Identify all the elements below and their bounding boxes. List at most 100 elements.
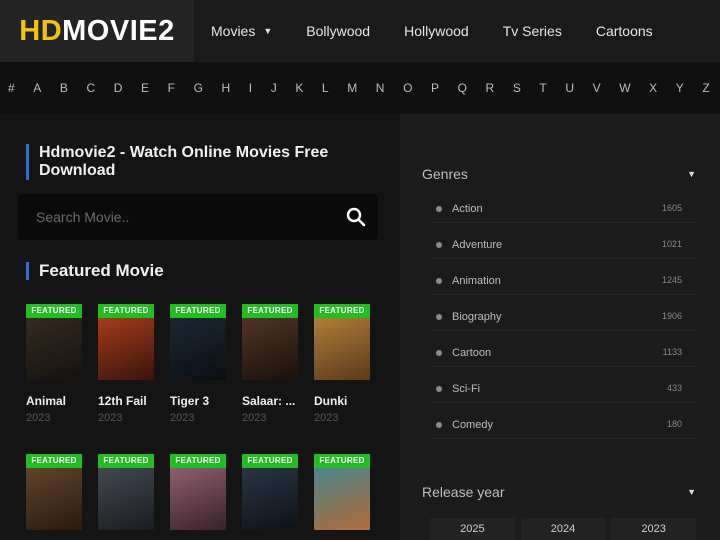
- alpha-letter-v[interactable]: V: [593, 81, 601, 95]
- movie-year: 2023: [170, 412, 195, 424]
- alpha-letter-b[interactable]: B: [60, 81, 68, 95]
- genres-header[interactable]: Genres ▼: [422, 166, 696, 182]
- genre-name: Comedy: [452, 418, 493, 431]
- bullet-icon: [436, 421, 442, 428]
- logo-hd: HD: [19, 14, 63, 47]
- nav-hollywood-label: Hollywood: [404, 23, 469, 39]
- alpha-letter-i[interactable]: I: [249, 81, 252, 95]
- movie-title[interactable]: 12th Fail: [98, 394, 154, 408]
- alpha-letter-c[interactable]: C: [87, 81, 96, 95]
- alpha-letter-z[interactable]: Z: [702, 81, 709, 95]
- featured-badge: FEATURED: [170, 454, 226, 468]
- alpha-letter-f[interactable]: F: [168, 81, 175, 95]
- alpha-letter-o[interactable]: O: [403, 81, 412, 95]
- search-icon[interactable]: [346, 207, 366, 227]
- alpha-letter-d[interactable]: D: [114, 81, 123, 95]
- alpha-letter-x[interactable]: X: [649, 81, 657, 95]
- movie-poster[interactable]: FEATURED: [170, 454, 226, 530]
- movie-poster[interactable]: FEATURED: [314, 304, 370, 380]
- nav-tv-series[interactable]: Tv Series: [486, 23, 579, 39]
- genre-item-biography[interactable]: Biography 1906: [430, 301, 696, 331]
- genre-item-action[interactable]: Action 1605: [430, 193, 696, 223]
- movie-title[interactable]: Dunki: [314, 394, 370, 408]
- alpha-letter-k[interactable]: K: [295, 81, 303, 95]
- movie-card[interactable]: FEATURED 12th Fail 2023: [98, 304, 154, 424]
- chevron-down-icon: ▼: [687, 169, 696, 179]
- site-logo[interactable]: HDMOVIE2: [0, 0, 194, 62]
- movie-poster[interactable]: FEATURED: [170, 304, 226, 380]
- movie-card[interactable]: FEATURED Animal 2023: [26, 304, 82, 424]
- sidebar: Genres ▼ Action 1605 Adventure 1021 Animatio…: [400, 114, 720, 540]
- alpha-letter-s[interactable]: S: [513, 81, 521, 95]
- nav-movies[interactable]: Movies ▼: [194, 23, 289, 39]
- movie-title[interactable]: Animal: [26, 394, 82, 408]
- top-navbar: HDMOVIE2 Movies ▼ Bollywood Hollywood Tv …: [0, 0, 720, 62]
- movie-poster[interactable]: FEATURED: [98, 454, 154, 530]
- alpha-letter-l[interactable]: L: [322, 81, 329, 95]
- movie-card[interactable]: FEATURED: [242, 454, 298, 530]
- chevron-down-icon: ▼: [687, 487, 696, 497]
- search-input[interactable]: [36, 209, 316, 225]
- movie-card[interactable]: FEATURED Salaar: ... 2023: [242, 304, 298, 424]
- movie-year: 2023: [314, 412, 339, 424]
- genre-item-animation[interactable]: Animation 1245: [430, 265, 696, 295]
- logo-movie2: MOVIE2: [62, 14, 175, 47]
- main-content: Hdmovie2 - Watch Online Movies Free Down…: [0, 114, 400, 540]
- nav-movies-label: Movies: [211, 23, 256, 39]
- movie-poster[interactable]: FEATURED: [242, 454, 298, 530]
- genre-item-scifi[interactable]: Sci-Fi 433: [430, 373, 696, 403]
- alpha-letter-hash[interactable]: #: [8, 81, 15, 95]
- movie-card[interactable]: FEATURED: [26, 454, 82, 530]
- genre-name: Cartoon: [452, 346, 492, 359]
- alpha-letter-r[interactable]: R: [486, 81, 495, 95]
- movie-poster[interactable]: FEATURED: [26, 304, 82, 380]
- year-button-2023[interactable]: 2023: [611, 518, 697, 540]
- movie-card[interactable]: FEATURED Dunki 2023: [314, 304, 370, 424]
- movie-title[interactable]: Tiger 3: [170, 394, 226, 408]
- bullet-icon: [436, 349, 442, 356]
- nav-cartoons[interactable]: Cartoons: [579, 23, 670, 39]
- alpha-letter-q[interactable]: Q: [458, 81, 467, 95]
- movie-title[interactable]: Salaar: ...: [242, 394, 298, 408]
- nav-bollywood-label: Bollywood: [306, 23, 371, 39]
- alpha-letter-g[interactable]: G: [194, 81, 203, 95]
- year-button-2024[interactable]: 2024: [520, 518, 606, 540]
- nav-cartoons-label: Cartoons: [595, 23, 653, 39]
- nav-hollywood[interactable]: Hollywood: [387, 23, 486, 39]
- alpha-letter-a[interactable]: A: [33, 81, 41, 95]
- alpha-letter-p[interactable]: P: [431, 81, 439, 95]
- alpha-letter-n[interactable]: N: [376, 81, 385, 95]
- movie-card[interactable]: FEATURED Tiger 3 2023: [170, 304, 226, 424]
- bullet-icon: [436, 241, 442, 248]
- year-button-2025[interactable]: 2025: [430, 518, 515, 540]
- genre-count: 1245: [661, 274, 682, 285]
- alpha-letter-y[interactable]: Y: [676, 81, 684, 95]
- movie-poster[interactable]: FEATURED: [98, 304, 154, 380]
- alpha-letter-w[interactable]: W: [619, 81, 630, 95]
- genre-item-adventure[interactable]: Adventure 1021: [430, 229, 696, 259]
- genre-item-cartoon[interactable]: Cartoon 1133: [430, 337, 696, 367]
- alpha-letter-m[interactable]: M: [347, 81, 357, 95]
- featured-badge: FEATURED: [170, 304, 226, 318]
- movie-poster[interactable]: FEATURED: [242, 304, 298, 380]
- movie-poster[interactable]: FEATURED: [26, 454, 82, 530]
- alpha-letter-h[interactable]: H: [222, 81, 231, 95]
- alpha-letter-j[interactable]: J: [271, 81, 277, 95]
- featured-badge: FEATURED: [98, 454, 154, 468]
- genre-count: 1906: [661, 310, 682, 321]
- alphabet-filter-bar: # A B C D E F G H I J K L M N O P Q R S T U V W X Y Z: [0, 62, 720, 114]
- alpha-letter-e[interactable]: E: [141, 81, 149, 95]
- alpha-letter-u[interactable]: U: [565, 81, 574, 95]
- genre-item-comedy[interactable]: Comedy 180: [430, 409, 696, 439]
- nav-bollywood[interactable]: Bollywood: [289, 23, 387, 39]
- search-bar: [18, 194, 378, 240]
- movie-card[interactable]: FEATURED: [170, 454, 226, 530]
- alpha-letter-t[interactable]: T: [539, 81, 546, 95]
- movie-card[interactable]: FEATURED: [98, 454, 154, 530]
- bullet-icon: [436, 205, 442, 212]
- movie-poster[interactable]: FEATURED: [314, 454, 370, 530]
- release-year-header[interactable]: Release year ▼: [422, 484, 696, 500]
- movie-card[interactable]: FEATURED: [314, 454, 370, 530]
- page-title: Hdmovie2 - Watch Online Movies Free Down…: [26, 144, 366, 180]
- genre-count: 1133: [662, 346, 682, 357]
